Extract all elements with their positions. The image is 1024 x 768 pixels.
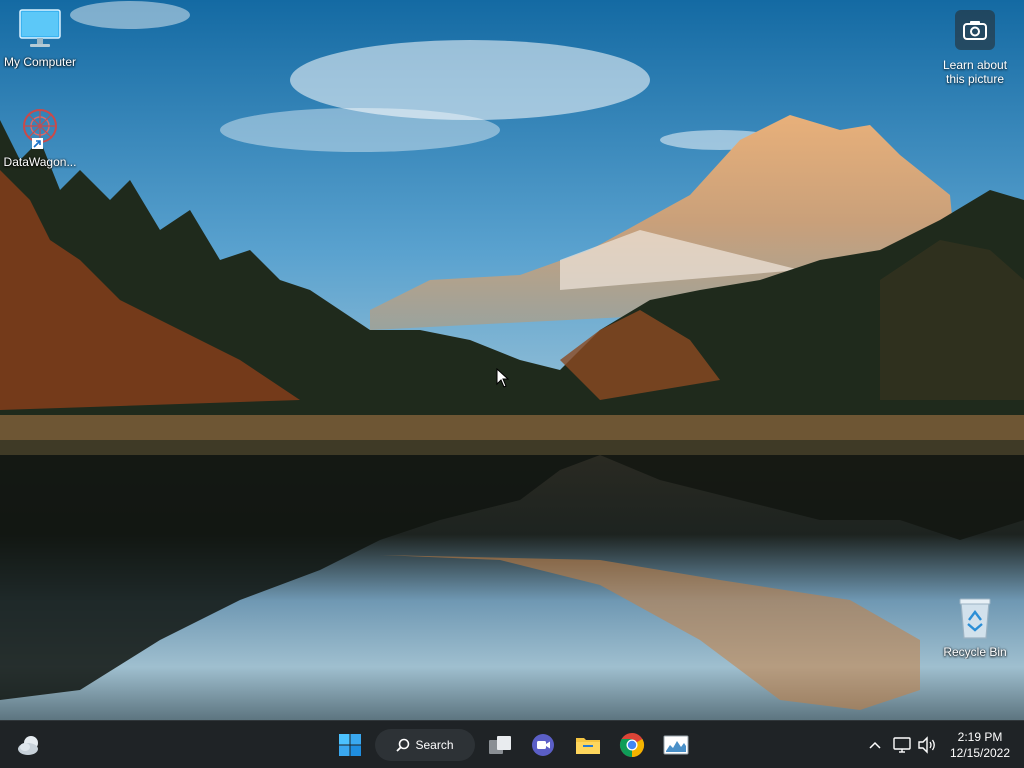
- monitor-icon: [0, 8, 80, 53]
- weather-widget-button[interactable]: [13, 729, 45, 761]
- mouse-pointer-icon: [496, 367, 510, 393]
- search-label: Search: [415, 738, 454, 752]
- show-hidden-icons-button[interactable]: [865, 735, 885, 755]
- volume-icon: [918, 736, 935, 754]
- chrome-icon: [619, 733, 645, 757]
- recycle-bin-icon: [935, 596, 1015, 643]
- chat-button[interactable]: [527, 729, 559, 761]
- clock-date: 12/15/2022: [949, 746, 1011, 760]
- start-button[interactable]: [334, 729, 366, 761]
- clock-time: 2:19 PM: [957, 730, 1003, 744]
- volume-button[interactable]: [917, 735, 937, 755]
- chart-window-icon: [663, 735, 689, 755]
- desktop-icon-recycle-bin[interactable]: Recycle Bin: [935, 596, 1015, 659]
- learn-about-picture-label: Learn about this picture: [942, 58, 1008, 86]
- network-button[interactable]: [892, 735, 912, 755]
- task-view-icon: [489, 736, 511, 754]
- search-icon: [396, 738, 410, 752]
- chevron-up-icon: [869, 741, 881, 749]
- chat-camera-icon: [532, 734, 554, 756]
- desktop-icon-label: Recycle Bin: [943, 645, 1007, 659]
- windows-logo-icon: [339, 734, 361, 756]
- desktop-icon-datawagon[interactable]: DataWagon...: [0, 106, 80, 169]
- clock-button[interactable]: 2:19 PM 12/15/2022: [944, 729, 1016, 761]
- task-view-button[interactable]: [484, 729, 516, 761]
- desktop: My Computer DataWagon... Recycle Bin Lea…: [0, 0, 1024, 720]
- file-explorer-button[interactable]: [572, 729, 604, 761]
- chrome-button[interactable]: [616, 729, 648, 761]
- taskbar: Search 2:19 PM 12/15/2022: [0, 720, 1024, 768]
- folder-icon: [576, 738, 600, 754]
- camera-icon: [955, 10, 995, 50]
- desktop-icon-label: My Computer: [3, 55, 77, 69]
- weather-cloud-icon: [18, 736, 38, 755]
- wallpaper-image: [0, 0, 1024, 720]
- desktop-icon-label: DataWagon...: [3, 155, 77, 169]
- monitor-app-button[interactable]: [660, 729, 692, 761]
- desktop-icon-my-computer[interactable]: My Computer: [0, 8, 80, 69]
- taskbar-search-button[interactable]: Search: [375, 729, 475, 761]
- learn-about-picture-button[interactable]: Learn about this picture: [935, 10, 1015, 86]
- network-icon: [893, 737, 911, 753]
- datawagon-shortcut-icon: [0, 106, 80, 153]
